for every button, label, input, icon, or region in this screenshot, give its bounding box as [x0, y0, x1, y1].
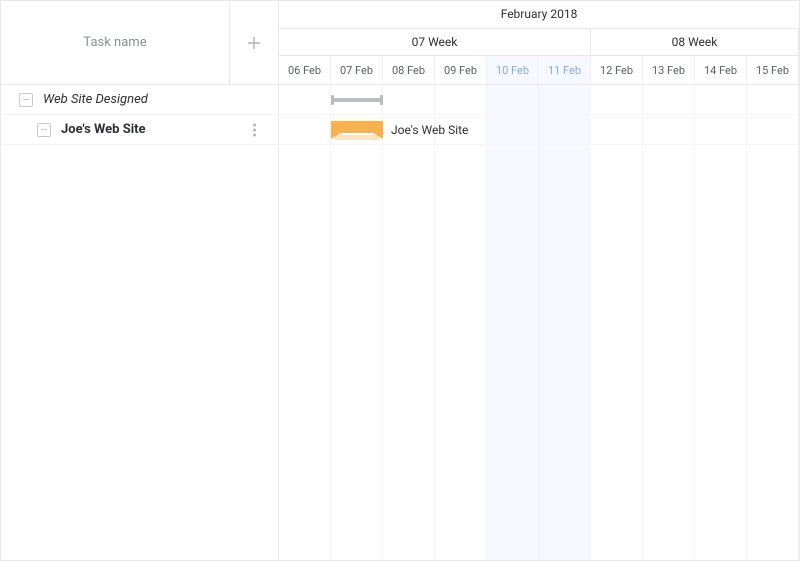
grid-column — [383, 85, 435, 560]
day-cell: 14 Feb — [695, 56, 747, 84]
gantt-container: Task name Web Site Designed Joe's Web Si… — [0, 0, 800, 561]
task-label: Web Site Designed — [43, 92, 148, 107]
dot-icon — [253, 128, 256, 131]
timeline-body[interactable]: Joe's Web Site — [279, 85, 799, 560]
gantt-row[interactable] — [279, 85, 799, 115]
task-row[interactable]: Web Site Designed — [1, 85, 278, 115]
more-options-button[interactable] — [249, 119, 260, 140]
task-bar[interactable] — [331, 121, 383, 139]
task-bar-main — [331, 121, 383, 133]
task-name-column-header: Task name — [1, 1, 230, 84]
collapse-icon[interactable] — [19, 93, 33, 107]
timeline-panel: February 2018 07 Week08 Week 06 Feb07 Fe… — [279, 1, 799, 560]
day-cell: 06 Feb — [279, 56, 331, 84]
day-cell: 07 Feb — [331, 56, 383, 84]
plus-icon — [247, 36, 261, 50]
grid-column — [539, 85, 591, 560]
project-bar-cap — [380, 95, 383, 105]
week-cell: 08 Week — [591, 29, 799, 56]
gantt-row[interactable]: Joe's Web Site — [279, 115, 799, 145]
task-row[interactable]: Joe's Web Site — [1, 115, 278, 145]
day-cell: 11 Feb — [539, 56, 591, 84]
task-label: Joe's Web Site — [61, 122, 146, 137]
week-cell: 07 Week — [279, 29, 591, 56]
week-row: 07 Week08 Week — [279, 29, 799, 57]
task-list-header: Task name — [1, 1, 278, 85]
dot-icon — [253, 133, 256, 136]
add-column-button[interactable] — [230, 1, 278, 84]
day-cell: 15 Feb — [747, 56, 799, 84]
grid-column — [331, 85, 383, 560]
collapse-icon[interactable] — [37, 123, 51, 137]
task-rows: Web Site Designed Joe's Web Site — [1, 85, 278, 560]
grid-column — [435, 85, 487, 560]
grid-column — [279, 85, 331, 560]
month-label: February 2018 — [279, 1, 799, 29]
grid-column — [747, 85, 799, 560]
day-cell: 13 Feb — [643, 56, 695, 84]
day-cell: 09 Feb — [435, 56, 487, 84]
grid-columns — [279, 85, 799, 560]
timeline-header: February 2018 07 Week08 Week 06 Feb07 Fe… — [279, 1, 799, 85]
grid-column — [487, 85, 539, 560]
project-bar-line — [331, 98, 383, 102]
grid-column — [643, 85, 695, 560]
task-list-panel: Task name Web Site Designed Joe's Web Si… — [1, 1, 279, 560]
day-cell: 12 Feb — [591, 56, 643, 84]
day-cell: 08 Feb — [383, 56, 435, 84]
day-cell: 10 Feb — [487, 56, 539, 84]
project-bar[interactable] — [331, 95, 383, 105]
day-row: 06 Feb07 Feb08 Feb09 Feb10 Feb11 Feb12 F… — [279, 56, 799, 84]
grid-column — [695, 85, 747, 560]
dot-icon — [253, 123, 256, 126]
grid-column — [591, 85, 643, 560]
task-bar-label: Joe's Web Site — [391, 115, 468, 145]
gantt-rows: Joe's Web Site — [279, 85, 799, 145]
